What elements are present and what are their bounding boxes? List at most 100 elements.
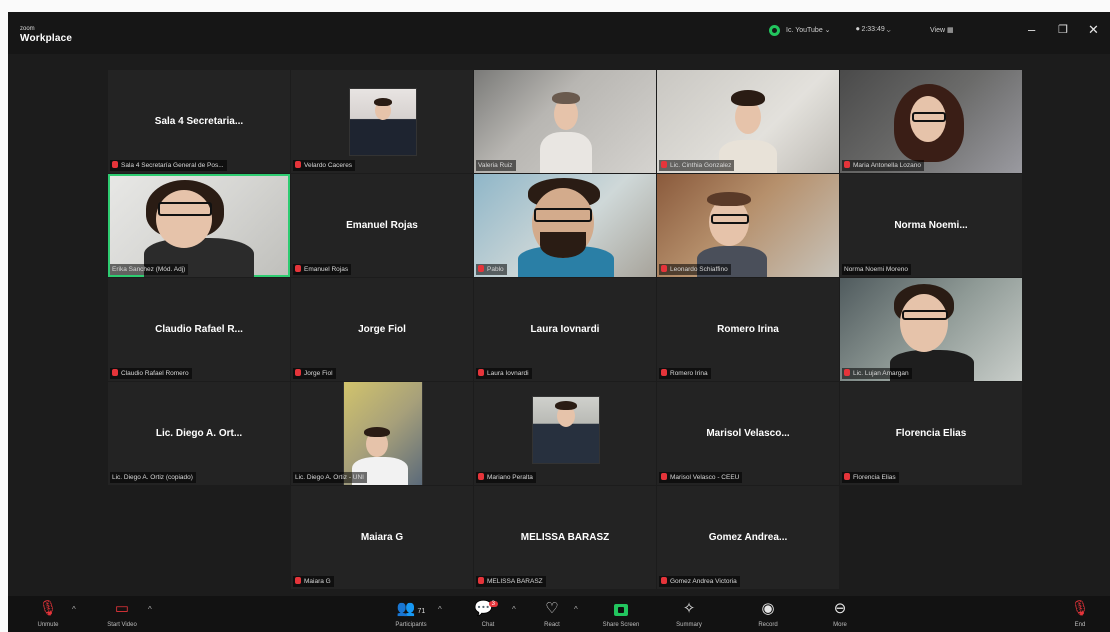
minimize-icon[interactable]: –: [1028, 23, 1035, 37]
heart-icon: ♡: [545, 600, 559, 617]
participant-video-active-speaker[interactable]: Erika Sanchez (Mód. Adj): [108, 174, 290, 277]
participant-video[interactable]: Leonardo Schiaffino: [657, 174, 839, 277]
start-video-label: Start Video: [107, 622, 137, 628]
participant-big-name: Sala 4 Secretaria...: [154, 116, 244, 128]
participant-video[interactable]: Lic. Cinthia Gonzalez: [657, 70, 839, 173]
participants-icon: 👥 71: [396, 600, 426, 617]
zoom-window: zoom Workplace Ic. YouTube ⌄ ⏺ 2:33:49 ⌄…: [8, 12, 1110, 632]
record-button[interactable]: ◉ Record: [748, 600, 788, 628]
chat-button[interactable]: 💬3 Chat: [468, 600, 508, 628]
participant-tile[interactable]: Lic. Diego A. Ort... Lic. Diego A. Ortiz…: [108, 382, 290, 485]
close-icon[interactable]: ✕: [1088, 23, 1099, 37]
summary-sparkle-icon: ✧: [682, 600, 696, 617]
mic-muted-icon: [112, 161, 118, 168]
audio-options-chevron-icon[interactable]: ^: [72, 605, 76, 614]
participant-big-name: Laura Iovnardi: [530, 324, 600, 336]
security-shield-icon[interactable]: [769, 25, 780, 36]
share-screen-button[interactable]: Share Screen: [598, 600, 644, 628]
mic-muted-icon: [661, 161, 667, 168]
user-menu[interactable]: Ic. YouTube ⌄: [786, 26, 831, 34]
meeting-timer[interactable]: ⏺ 2:33:49 ⌄: [856, 26, 891, 34]
participant-tile[interactable]: Marisol Velasco... Marisol Velasco - CEE…: [657, 382, 839, 485]
record-label: Record: [758, 622, 778, 628]
participant-tile[interactable]: Claudio Rafael R... Claudio Rafael Romer…: [108, 278, 290, 381]
start-video-button[interactable]: ▭ Start Video: [102, 600, 142, 628]
participant-tile[interactable]: Mariano Peralta: [474, 382, 656, 485]
mic-muted-icon: [844, 161, 850, 168]
meeting-toolbar: 🎙 Unmute ^ ▭ Start Video ^ 👥 71 Participa…: [8, 596, 1110, 632]
view-button[interactable]: View ▦: [930, 26, 954, 34]
chat-options-chevron-icon[interactable]: ^: [512, 605, 516, 614]
mic-muted-icon: [112, 369, 118, 376]
participant-label: Maria Antonella Lozano: [842, 160, 924, 171]
mic-muted-icon: [295, 265, 301, 272]
app-logo-name: Workplace: [20, 33, 73, 44]
participant-label: Pablo: [476, 264, 507, 275]
participant-tile[interactable]: Laura Iovnardi Laura Iovnardi: [474, 278, 656, 381]
mic-muted-icon: [478, 577, 484, 584]
participant-label: Emanuel Rojas: [293, 264, 352, 275]
mic-muted-icon: [661, 265, 667, 272]
title-bar: zoom Workplace Ic. YouTube ⌄ ⏺ 2:33:49 ⌄…: [8, 12, 1110, 54]
participant-big-name: Lic. Diego A. Ort...: [155, 428, 243, 440]
participant-tile[interactable]: Velardo Caceres: [291, 70, 473, 173]
react-options-chevron-icon[interactable]: ^: [574, 605, 578, 614]
participant-tile[interactable]: Emanuel Rojas Emanuel Rojas: [291, 174, 473, 277]
participant-big-name: Norma Noemi...: [894, 220, 968, 232]
participant-tile[interactable]: Florencia Elias Florencia Elias: [840, 382, 1022, 485]
participant-label: Maiara G: [293, 576, 334, 587]
participant-video[interactable]: Lic. Lujan Amargan: [840, 278, 1022, 381]
participant-tile[interactable]: Lic. Diego A. Ortiz - UNI: [291, 382, 473, 485]
participant-label: Lic. Cinthia Gonzalez: [659, 160, 735, 171]
participant-label: Sala 4 Secretaría General de Pos...: [110, 160, 227, 171]
end-call-icon: 🎙: [1070, 600, 1090, 617]
participant-label: Laura Iovnardi: [476, 368, 532, 379]
participant-tile[interactable]: Jorge Fiol Jorge Fiol: [291, 278, 473, 381]
share-screen-label: Share Screen: [602, 622, 640, 628]
unmute-button[interactable]: 🎙 Unmute: [28, 600, 68, 628]
participant-tile[interactable]: Norma Noemi... Norma Noemi Moreno: [840, 174, 1022, 277]
video-off-icon: ▭: [114, 600, 130, 617]
participant-tile[interactable]: Maiara G Maiara G: [291, 486, 473, 589]
chat-icon: 💬3: [468, 600, 508, 618]
chat-label: Chat: [481, 622, 495, 628]
participant-label: Marisol Velasco - CEEU: [659, 472, 743, 483]
participant-label: Jorge Fiol: [293, 368, 336, 379]
participant-big-name: Marisol Velasco...: [706, 428, 790, 440]
participant-video[interactable]: Maria Antonella Lozano: [840, 70, 1022, 173]
participant-video[interactable]: Pablo: [474, 174, 656, 277]
participant-big-name: Emanuel Rojas: [346, 220, 418, 232]
participants-button[interactable]: 👥 71 Participants: [386, 600, 436, 628]
restore-icon[interactable]: ❐: [1058, 23, 1068, 37]
mic-muted-icon: [478, 265, 484, 272]
participant-video[interactable]: Valeria Ruiz: [474, 70, 656, 173]
participant-label: Romero Irina: [659, 368, 711, 379]
participant-big-name: Maiara G: [360, 532, 404, 544]
participant-tile[interactable]: MELISSA BARASZ MELISSA BARASZ: [474, 486, 656, 589]
participant-big-name: Romero Irina: [717, 324, 779, 336]
participant-label: Lic. Diego A. Ortiz - UNI: [293, 472, 367, 483]
participant-tile[interactable]: Sala 4 Secretaria... Sala 4 Secretaría G…: [108, 70, 290, 173]
end-button[interactable]: 🎙 End: [1060, 600, 1100, 628]
end-label: End: [1074, 622, 1086, 628]
participant-label: Leonardo Schiaffino: [659, 264, 731, 275]
participant-photo: [532, 396, 600, 464]
participant-big-name: MELISSA BARASZ: [520, 532, 610, 544]
mic-muted-icon: [661, 369, 667, 376]
participant-label: Mariano Peralta: [476, 472, 536, 483]
video-options-chevron-icon[interactable]: ^: [148, 605, 152, 614]
participant-label: Velardo Caceres: [293, 160, 356, 171]
participants-label: Participants: [395, 622, 427, 628]
timer-text: 2:33:49: [861, 26, 885, 33]
mic-muted-icon: [844, 473, 850, 480]
react-button[interactable]: ♡ React: [532, 600, 572, 628]
participants-options-chevron-icon[interactable]: ^: [438, 605, 442, 614]
mic-muted-icon: [478, 369, 484, 376]
summary-label: Summary: [676, 622, 702, 628]
participant-tile[interactable]: Gomez Andrea... Gomez Andrea Victoria: [657, 486, 839, 589]
summary-button[interactable]: ✧ Summary: [666, 600, 712, 628]
user-name: Ic. YouTube: [786, 27, 823, 34]
more-button[interactable]: ⊖ More: [820, 600, 860, 628]
participant-tile[interactable]: Romero Irina Romero Irina: [657, 278, 839, 381]
chat-unread-badge: 3: [488, 601, 499, 607]
